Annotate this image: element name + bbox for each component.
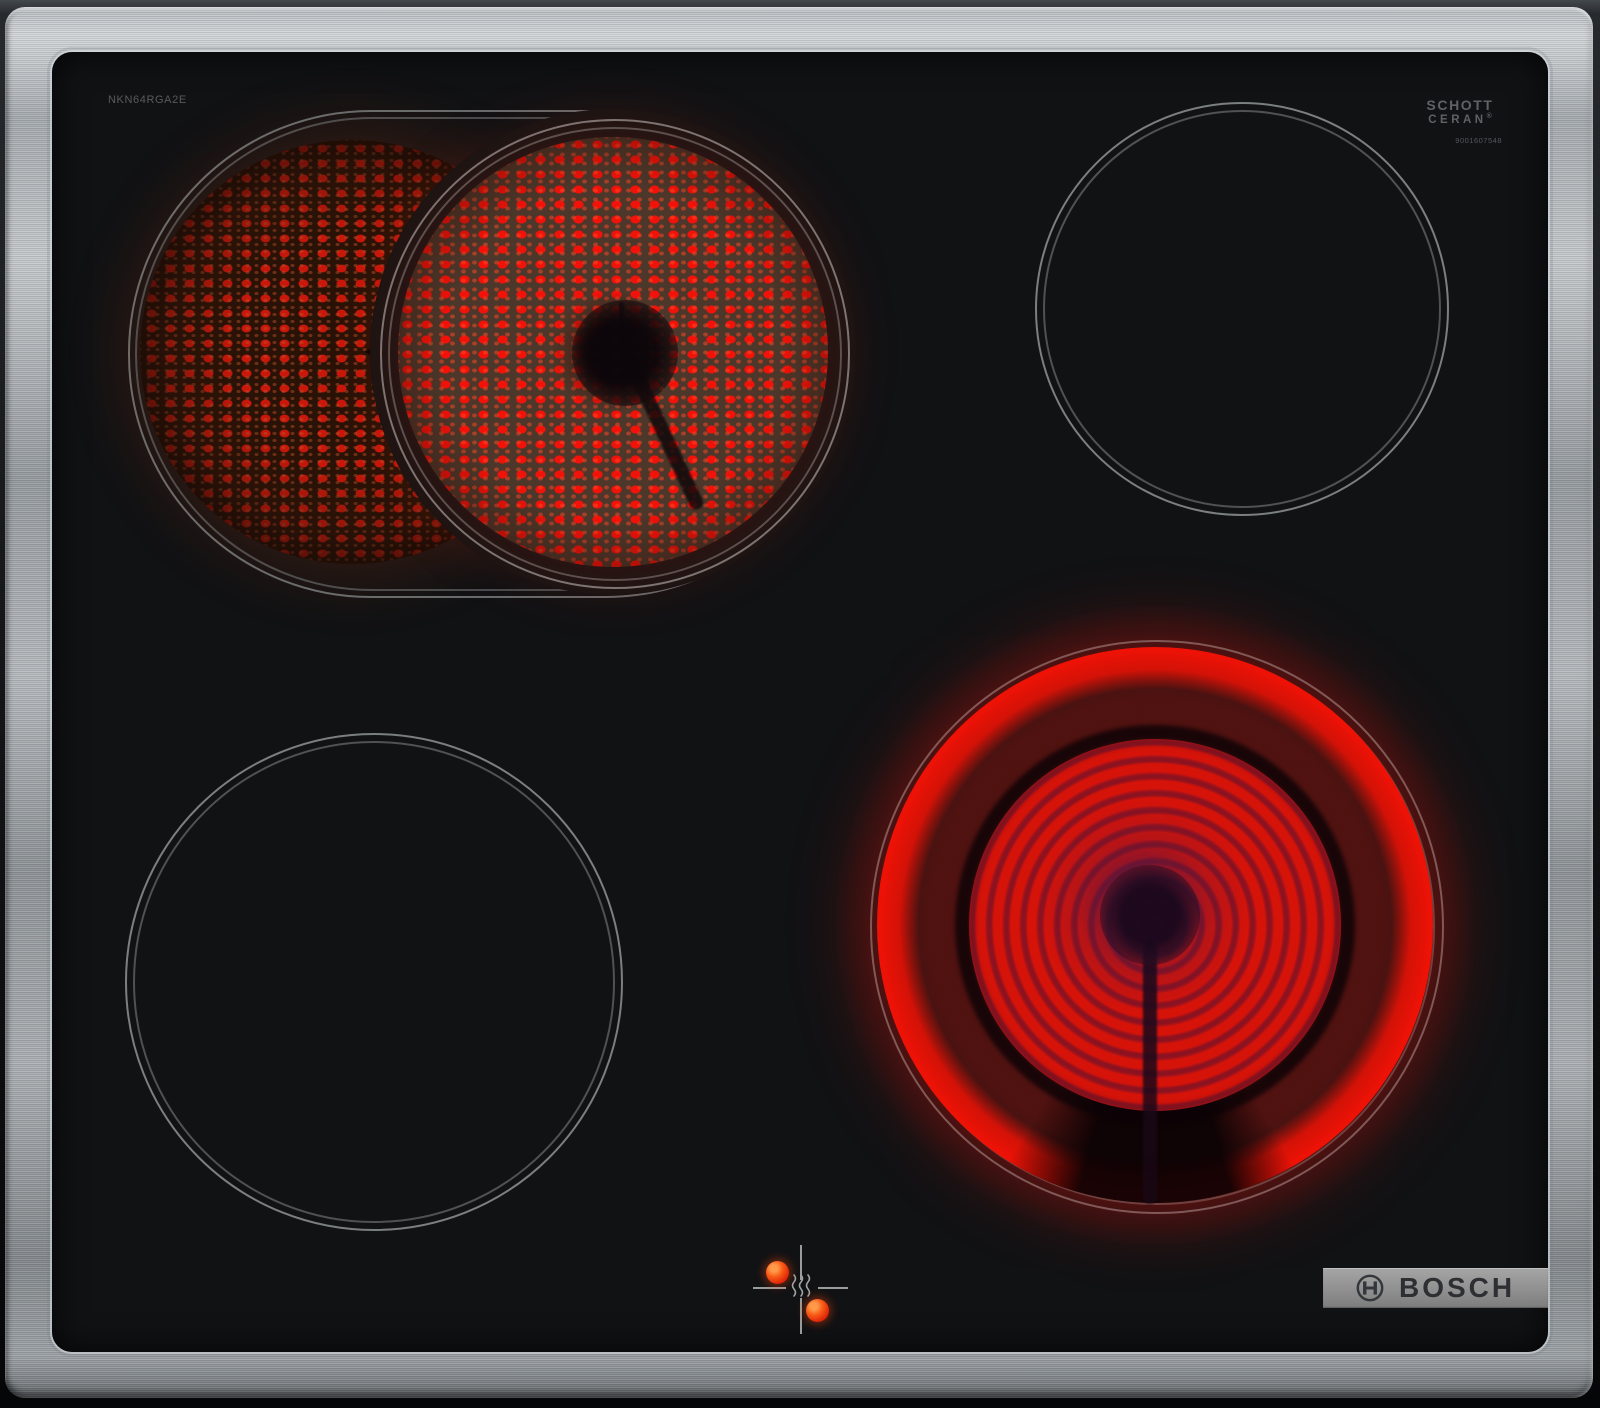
zone-front-left-outline	[125, 733, 623, 1231]
residual-heat-dot	[806, 1299, 829, 1322]
ceran-wordmark: CERAN®	[1428, 113, 1492, 127]
alignment-cross-line	[753, 1287, 786, 1289]
zone-front-right-sensor	[1100, 865, 1200, 965]
bosch-wordmark: BOSCH	[1399, 1272, 1516, 1303]
residual-heat-icon	[791, 1274, 811, 1297]
cooktop-product-photo: NKN64RGA2E SCHOTT CERAN® 9001607548 BOSC…	[0, 0, 1600, 1408]
schott-ceran-logo: SCHOTT CERAN® 9001607548	[1412, 97, 1508, 145]
print-number: 9001607548	[1455, 135, 1502, 145]
bosch-logo-badge: BOSCH	[1323, 1268, 1548, 1308]
zone-front-right-sensor-stem	[1143, 942, 1157, 1204]
ceramic-glass-surface: NKN64RGA2E SCHOTT CERAN® 9001607548 BOSC…	[52, 52, 1548, 1352]
steel-frame: NKN64RGA2E SCHOTT CERAN® 9001607548 BOSC…	[5, 7, 1593, 1398]
registered-mark: ®	[1486, 113, 1492, 121]
alignment-cross-line	[818, 1287, 848, 1289]
zone-back-right-outline	[1035, 102, 1449, 516]
model-number: NKN64RGA2E	[108, 94, 187, 106]
schott-wordmark: SCHOTT	[1426, 97, 1494, 113]
alignment-cross-line	[800, 1298, 802, 1334]
bosch-emblem-icon	[1356, 1274, 1384, 1302]
residual-heat-dot	[766, 1261, 789, 1284]
zone-back-left-sensor	[572, 300, 678, 406]
